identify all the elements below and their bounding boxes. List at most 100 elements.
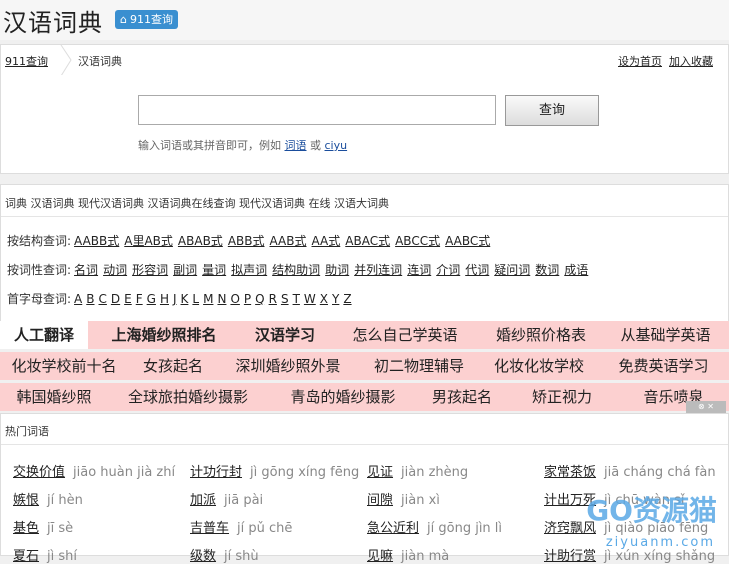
hot-word-item: 加派 jiā pài bbox=[190, 489, 263, 508]
initial-link[interactable]: N bbox=[217, 292, 226, 306]
structure-link[interactable]: A里AB式 bbox=[124, 234, 173, 248]
initial-link[interactable]: F bbox=[136, 292, 143, 306]
pos-link[interactable]: 形容词 bbox=[132, 263, 168, 277]
hot-word-item: 嫉恨 jí hèn bbox=[13, 489, 83, 508]
site-logo[interactable]: 汉语词典 bbox=[3, 3, 103, 38]
hot-word-link[interactable]: 家常茶饭 bbox=[544, 465, 596, 480]
ad-link[interactable]: 化妆化妆学校 bbox=[480, 352, 600, 380]
structure-link[interactable]: ABB式 bbox=[228, 234, 265, 248]
ad-link[interactable]: 从基础学英语 bbox=[602, 321, 729, 349]
hot-word-link[interactable]: 交换价值 bbox=[13, 465, 65, 480]
initial-link[interactable]: Y bbox=[332, 292, 339, 306]
initial-link[interactable]: O bbox=[230, 292, 239, 306]
top-bar: 汉语词典 ⌂ 911查询 bbox=[0, 0, 729, 40]
ad-link[interactable]: 免费英语学习 bbox=[598, 352, 729, 380]
hot-word-item: 见嘛 jiàn mà bbox=[367, 545, 449, 564]
initial-link[interactable]: C bbox=[99, 292, 107, 306]
hot-word-pinyin: jiāo huàn jià zhí bbox=[73, 465, 176, 480]
ad-link[interactable]: 青岛的婚纱摄影 bbox=[268, 383, 420, 411]
ad-link[interactable]: 女孩起名 bbox=[128, 352, 220, 380]
hot-word-link[interactable]: 基色 bbox=[13, 521, 39, 536]
ad-link[interactable]: 初二物理辅导 bbox=[358, 352, 482, 380]
initial-link[interactable]: K bbox=[181, 292, 189, 306]
structure-link[interactable]: AAB式 bbox=[270, 234, 307, 248]
pos-link[interactable]: 结构助词 bbox=[272, 263, 320, 277]
hot-word-link[interactable]: 夏石 bbox=[13, 549, 39, 564]
ad-link[interactable]: 男孩起名 bbox=[418, 383, 508, 411]
search-button[interactable]: 查询 bbox=[505, 95, 599, 126]
initial-link[interactable]: D bbox=[111, 292, 120, 306]
structure-link[interactable]: ABAC式 bbox=[345, 234, 390, 248]
pos-link[interactable]: 量词 bbox=[202, 263, 226, 277]
structure-link[interactable]: ABCC式 bbox=[395, 234, 440, 248]
pos-link[interactable]: 助词 bbox=[325, 263, 349, 277]
breadcrumb-home[interactable]: 911查询 bbox=[5, 53, 48, 69]
pos-link[interactable]: 疑问词 bbox=[494, 263, 530, 277]
home-badge[interactable]: ⌂ 911查询 bbox=[115, 10, 178, 29]
initial-link[interactable]: P bbox=[244, 292, 251, 306]
pos-link[interactable]: 数词 bbox=[535, 263, 559, 277]
set-homepage-link[interactable]: 设为首页 bbox=[618, 53, 662, 69]
structure-link[interactable]: AABB式 bbox=[74, 234, 119, 248]
ad-link[interactable]: 深圳婚纱照外景 bbox=[218, 352, 360, 380]
initial-link[interactable]: W bbox=[304, 292, 316, 306]
initial-link[interactable]: X bbox=[320, 292, 328, 306]
search-input[interactable] bbox=[138, 95, 496, 125]
structure-link[interactable]: AA式 bbox=[312, 234, 341, 248]
example-word-link[interactable]: 词语 bbox=[285, 139, 307, 152]
hot-word-link[interactable]: 加派 bbox=[190, 493, 216, 508]
ad-link[interactable]: 上海婚纱照排名 bbox=[88, 321, 242, 349]
hot-word-item: 吉普车 jí pǔ chē bbox=[190, 517, 292, 536]
hot-word-link[interactable]: 计助行赏 bbox=[544, 549, 596, 564]
initial-link[interactable]: Z bbox=[343, 292, 351, 306]
hot-word-link[interactable]: 间隙 bbox=[367, 493, 393, 508]
hot-word-link[interactable]: 见证 bbox=[367, 465, 393, 480]
initial-link[interactable]: Q bbox=[255, 292, 264, 306]
hot-word-link[interactable]: 级数 bbox=[190, 549, 216, 564]
ad-link[interactable]: 全球旅拍婚纱摄影 bbox=[108, 383, 270, 411]
ad-link[interactable]: 韩国婚纱照 bbox=[0, 383, 110, 411]
ad-link[interactable]: 婚纱照价格表 bbox=[480, 321, 604, 349]
pos-link[interactable]: 连词 bbox=[407, 263, 431, 277]
add-favorite-link[interactable]: 加入收藏 bbox=[669, 53, 713, 69]
pos-link[interactable]: 代词 bbox=[465, 263, 489, 277]
initial-link[interactable]: J bbox=[173, 292, 177, 306]
pos-link[interactable]: 名词 bbox=[74, 263, 98, 277]
ad-link[interactable]: 怎么自己学英语 bbox=[330, 321, 482, 349]
hot-word-pinyin: jí pǔ chē bbox=[237, 521, 293, 536]
pos-link[interactable]: 副词 bbox=[173, 263, 197, 277]
watermark-logo: GO资源猫 bbox=[586, 494, 717, 527]
structure-link[interactable]: ABAB式 bbox=[178, 234, 223, 248]
pos-link[interactable]: 并列连词 bbox=[354, 263, 402, 277]
hot-word-link[interactable]: 急公近利 bbox=[367, 521, 419, 536]
structure-link[interactable]: AABC式 bbox=[445, 234, 490, 248]
ad-close-icon[interactable]: ⊗ ✕ bbox=[686, 401, 726, 413]
initial-link[interactable]: T bbox=[293, 292, 300, 306]
hot-word-item: 见证 jiàn zhèng bbox=[367, 461, 468, 480]
divider bbox=[1, 216, 728, 217]
pos-link[interactable]: 动词 bbox=[103, 263, 127, 277]
initial-link[interactable]: H bbox=[160, 292, 169, 306]
initial-link[interactable]: L bbox=[192, 292, 199, 306]
hot-word-link[interactable]: 吉普车 bbox=[190, 521, 229, 536]
initial-link[interactable]: M bbox=[203, 292, 213, 306]
initial-link[interactable]: S bbox=[281, 292, 289, 306]
pos-link[interactable]: 拟声词 bbox=[231, 263, 267, 277]
hot-word-item: 级数 jí shù bbox=[190, 545, 259, 564]
ad-link[interactable]: 矫正视力 bbox=[506, 383, 620, 411]
initial-link[interactable]: G bbox=[147, 292, 156, 306]
hot-word-link[interactable]: 嫉恨 bbox=[13, 493, 39, 508]
hot-word-link[interactable]: 计功行封 bbox=[190, 465, 242, 480]
pos-link[interactable]: 介词 bbox=[436, 263, 460, 277]
initial-link[interactable]: B bbox=[86, 292, 94, 306]
initial-link[interactable]: A bbox=[74, 292, 82, 306]
ad-link[interactable]: 人工翻译 bbox=[0, 321, 90, 349]
ad-link[interactable]: 汉语学习 bbox=[240, 321, 332, 349]
ad-link[interactable]: 化妆学校前十名 bbox=[0, 352, 130, 380]
hot-title: 热门词语 bbox=[5, 425, 49, 438]
initial-link[interactable]: E bbox=[124, 292, 132, 306]
example-pinyin-link[interactable]: ciyu bbox=[325, 139, 348, 152]
initial-link[interactable]: R bbox=[269, 292, 277, 306]
hot-word-link[interactable]: 见嘛 bbox=[367, 549, 393, 564]
pos-link[interactable]: 成语 bbox=[564, 263, 588, 277]
